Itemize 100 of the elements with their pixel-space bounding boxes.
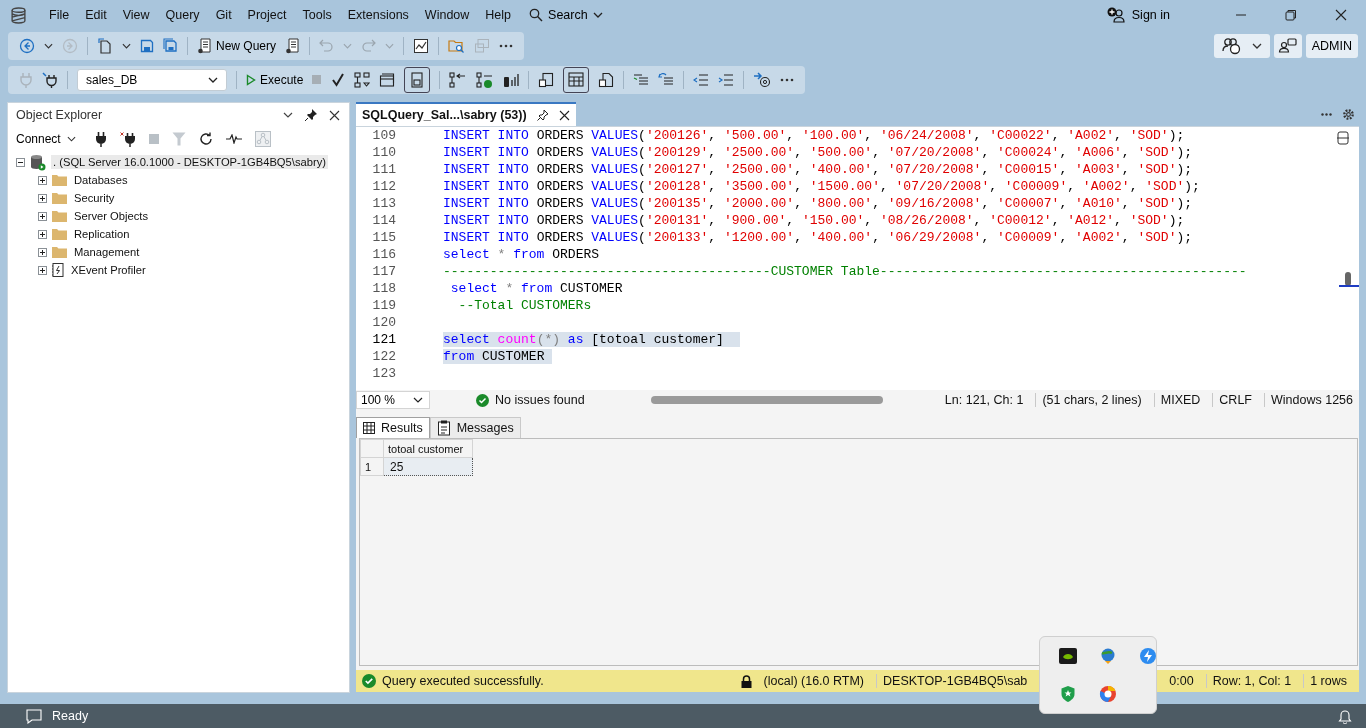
- disconnect-plug-icon[interactable]: [119, 131, 136, 147]
- menu-item[interactable]: File: [41, 8, 78, 22]
- results-to-text-icon[interactable]: [538, 72, 555, 88]
- database-dropdown[interactable]: sales_DB: [77, 69, 227, 91]
- tree-item[interactable]: XEvent Profiler: [69, 263, 148, 277]
- plug-icon[interactable]: [94, 131, 107, 147]
- expand-icon[interactable]: [38, 265, 47, 275]
- close-icon[interactable]: [1335, 9, 1347, 21]
- shield-icon[interactable]: [1060, 685, 1077, 703]
- restore-icon[interactable]: [1285, 9, 1297, 21]
- refresh-icon[interactable]: [198, 132, 213, 146]
- back-icon[interactable]: [19, 37, 35, 54]
- menu-item[interactable]: Tools: [294, 8, 340, 22]
- results-to-grid-icon[interactable]: [563, 67, 590, 93]
- users-icon[interactable]: [1221, 36, 1242, 55]
- menu-item[interactable]: Window: [416, 8, 478, 22]
- encoding[interactable]: Windows 1256: [1264, 393, 1359, 407]
- script-icon[interactable]: [285, 37, 301, 54]
- graphics-card-icon[interactable]: [1059, 648, 1078, 664]
- close-icon[interactable]: [329, 109, 340, 121]
- tree-item[interactable]: Management: [72, 245, 142, 259]
- new-query-button[interactable]: New Query: [197, 37, 277, 54]
- folder-search-icon[interactable]: [448, 37, 466, 54]
- execute-button[interactable]: Execute: [246, 73, 304, 87]
- account-button[interactable]: ADMIN: [1305, 33, 1358, 58]
- windows-icon[interactable]: [379, 72, 396, 88]
- flowchart-icon[interactable]: [354, 72, 371, 88]
- cursor-position[interactable]: Ln: 121, Ch: 1: [938, 393, 1030, 407]
- lightning-circle-icon[interactable]: [1139, 647, 1158, 665]
- results-to-file-icon[interactable]: [598, 72, 615, 88]
- chevron-down-icon[interactable]: [44, 42, 53, 49]
- settings-icon[interactable]: [1342, 107, 1355, 121]
- checkmark-icon[interactable]: [331, 73, 346, 87]
- row-header[interactable]: 1: [360, 457, 384, 476]
- tree-item[interactable]: Databases: [72, 173, 130, 187]
- folder-icon: [52, 210, 67, 222]
- email-arrow-icon[interactable]: [753, 72, 772, 88]
- activity-icon[interactable]: [225, 134, 242, 144]
- scrollbar-thumb-icon[interactable]: [1339, 272, 1359, 288]
- code-editor[interactable]: [356, 126, 1359, 390]
- feedback-icon[interactable]: [1273, 33, 1302, 58]
- sign-in-button[interactable]: Sign in: [1100, 6, 1176, 24]
- chevron-down-icon[interactable]: [1251, 42, 1262, 49]
- menu-item[interactable]: View: [114, 8, 158, 22]
- more-icon[interactable]: [1321, 112, 1332, 116]
- split-icon[interactable]: [1337, 131, 1349, 145]
- line-ending[interactable]: CRLF: [1212, 393, 1258, 407]
- expand-icon[interactable]: [38, 211, 47, 221]
- decrease-indent-icon[interactable]: [693, 73, 710, 87]
- menu-item[interactable]: Extensions: [339, 8, 417, 22]
- pin-icon[interactable]: [536, 109, 549, 121]
- close-icon[interactable]: [558, 109, 570, 121]
- results-tab[interactable]: Messages: [429, 417, 521, 438]
- increase-indent-icon[interactable]: [718, 73, 735, 87]
- comment-lines-icon[interactable]: [633, 73, 650, 87]
- tree-item[interactable]: Replication: [72, 227, 132, 241]
- document-tab[interactable]: SQLQuery_Sal...\sabry (53)): [356, 102, 576, 126]
- plug-icon[interactable]: [42, 72, 58, 88]
- search-button[interactable]: Search: [523, 7, 609, 23]
- connect-button[interactable]: Connect: [16, 132, 76, 146]
- chevron-down-icon[interactable]: [122, 42, 131, 49]
- issues-status[interactable]: No issues found: [495, 393, 585, 407]
- menu-item[interactable]: Help: [477, 8, 520, 22]
- tab-mode[interactable]: MIXED: [1153, 393, 1207, 407]
- menu-item[interactable]: Edit: [77, 8, 115, 22]
- uncomment-lines-icon[interactable]: [658, 73, 675, 87]
- save-all-icon[interactable]: [163, 38, 178, 53]
- pin-icon[interactable]: [305, 109, 317, 121]
- statistics-icon[interactable]: [503, 72, 520, 88]
- new-file-icon[interactable]: [97, 37, 113, 54]
- browser-icon[interactable]: [1099, 685, 1118, 703]
- collapse-icon[interactable]: [16, 157, 25, 167]
- parameters-check-icon[interactable]: [476, 72, 495, 88]
- tree-item[interactable]: Server Objects: [72, 209, 150, 223]
- chevron-down-icon: [66, 136, 76, 142]
- tree-item[interactable]: . (SQL Server 16.0.1000 - DESKTOP-1GB4BQ5\sabry): [51, 155, 328, 169]
- menu-item[interactable]: Git: [207, 8, 240, 22]
- check-circle-icon: [362, 674, 376, 688]
- column-header[interactable]: totoal customer: [383, 439, 473, 458]
- chart-window-icon[interactable]: [413, 37, 430, 54]
- tree-item[interactable]: Security: [72, 191, 117, 205]
- menu-item[interactable]: Query: [157, 8, 208, 22]
- zoom-dropdown[interactable]: 100 %: [356, 391, 431, 409]
- scrollbar-thumb[interactable]: [650, 396, 883, 404]
- code-line: select * from ORDERS: [443, 247, 601, 262]
- results-tab[interactable]: Results: [356, 417, 430, 438]
- save-icon[interactable]: [140, 38, 154, 53]
- parameters-icon[interactable]: [449, 72, 468, 88]
- more-icon[interactable]: [499, 43, 514, 48]
- bell-icon[interactable]: [1338, 708, 1352, 724]
- more-icon[interactable]: [780, 78, 795, 82]
- chevron-down-icon[interactable]: [283, 112, 293, 118]
- profiler-icon: [52, 263, 64, 277]
- expand-icon[interactable]: [38, 193, 47, 203]
- expand-icon[interactable]: [38, 175, 47, 185]
- menu-item[interactable]: Project: [239, 8, 295, 22]
- expand-icon[interactable]: [38, 247, 47, 257]
- expand-icon[interactable]: [38, 229, 47, 239]
- grid-results-icon[interactable]: [404, 67, 431, 93]
- line-number: 110: [371, 145, 396, 160]
